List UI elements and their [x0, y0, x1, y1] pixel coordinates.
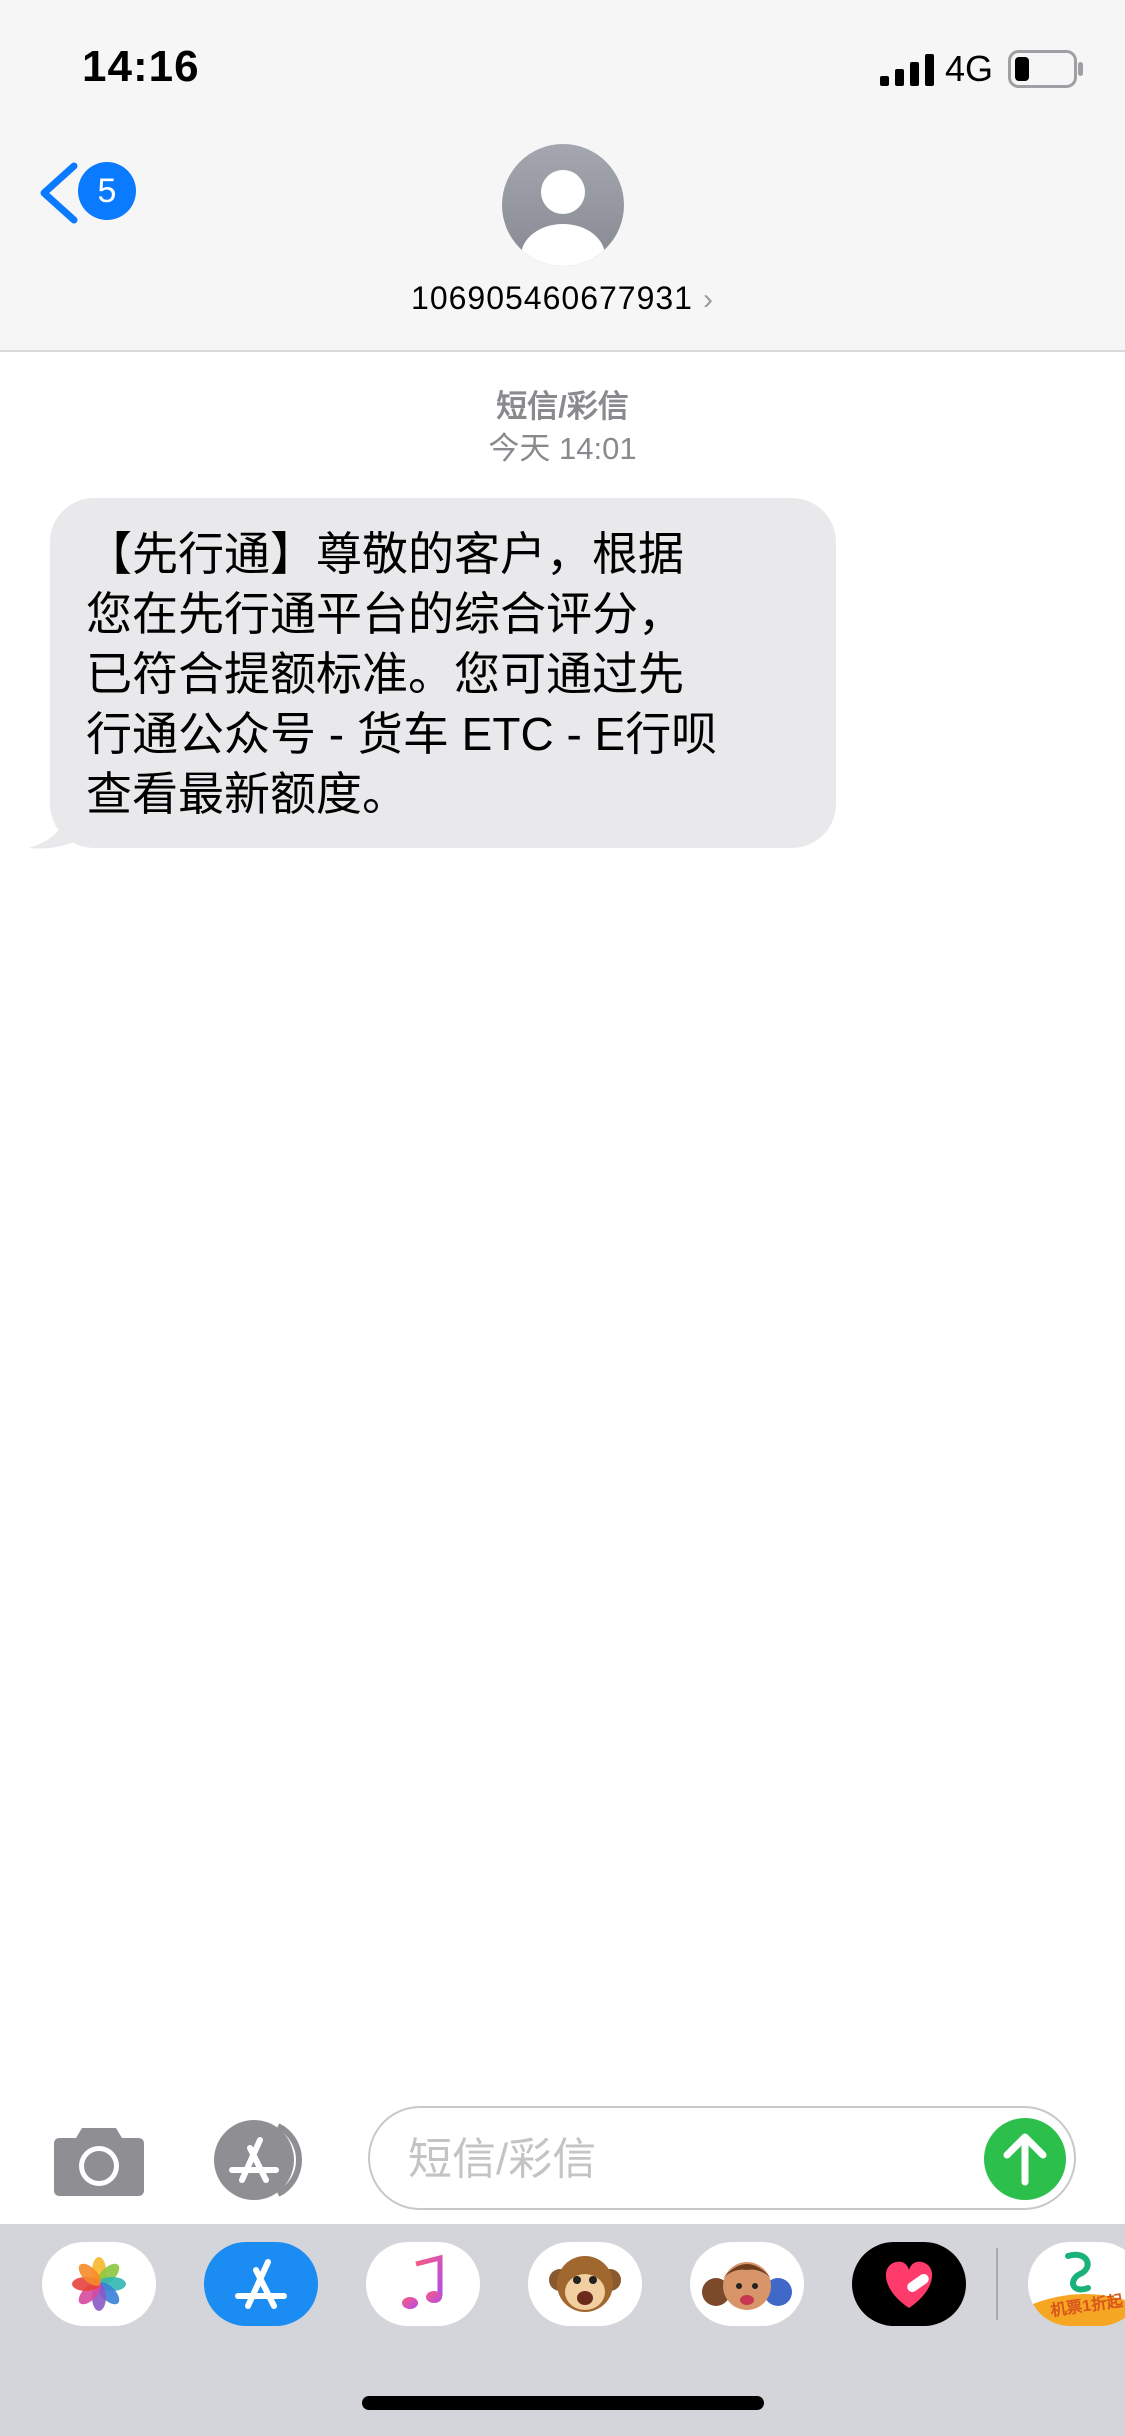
- music-app-icon[interactable]: [366, 2242, 480, 2326]
- memoji-app-icon[interactable]: [690, 2242, 804, 2326]
- trip-app-icon[interactable]: 机票1折起: [1028, 2242, 1125, 2326]
- message-kind-label: 短信/彩信: [496, 389, 629, 424]
- status-time: 14:16: [82, 42, 200, 91]
- chevron-left-icon: [40, 162, 78, 224]
- unread-count-badge[interactable]: 5: [78, 162, 136, 220]
- animoji-app-icon[interactable]: [528, 2242, 642, 2326]
- arrow-up-icon: [1003, 2133, 1047, 2186]
- drawer-divider: [996, 2248, 998, 2320]
- chevron-right-icon: ›: [702, 283, 714, 316]
- camera-icon[interactable]: [52, 2122, 146, 2198]
- message-timestamp: 今天 14:01: [488, 431, 637, 466]
- conversation-meta: 短信/彩信 今天 14:01: [0, 386, 1125, 470]
- contact-details-link[interactable]: 106905460677931 ›: [0, 280, 1125, 317]
- message-input[interactable]: [408, 2134, 968, 2186]
- battery-icon: [1008, 50, 1083, 88]
- send-button[interactable]: [984, 2118, 1066, 2200]
- contact-avatar[interactable]: [502, 144, 624, 266]
- digital-touch-app-icon[interactable]: [852, 2242, 966, 2326]
- message-field[interactable]: [368, 2106, 1076, 2210]
- app-store-app-icon[interactable]: [204, 2242, 318, 2326]
- conversation-header: 14:16 4G 5 106905460677931 ›: [0, 0, 1125, 352]
- cellular-signal-icon: [880, 54, 934, 86]
- network-type: 4G: [945, 48, 994, 89]
- home-indicator[interactable]: [362, 2396, 764, 2410]
- contact-number: 106905460677931: [411, 280, 693, 316]
- incoming-message-bubble[interactable]: 【先行通】尊敬的客户，根据 您在先行通平台的综合评分， 已符合提额标准。您可通过…: [50, 498, 836, 848]
- photos-app-icon[interactable]: [42, 2242, 156, 2326]
- app-store-apps-icon[interactable]: [208, 2118, 320, 2202]
